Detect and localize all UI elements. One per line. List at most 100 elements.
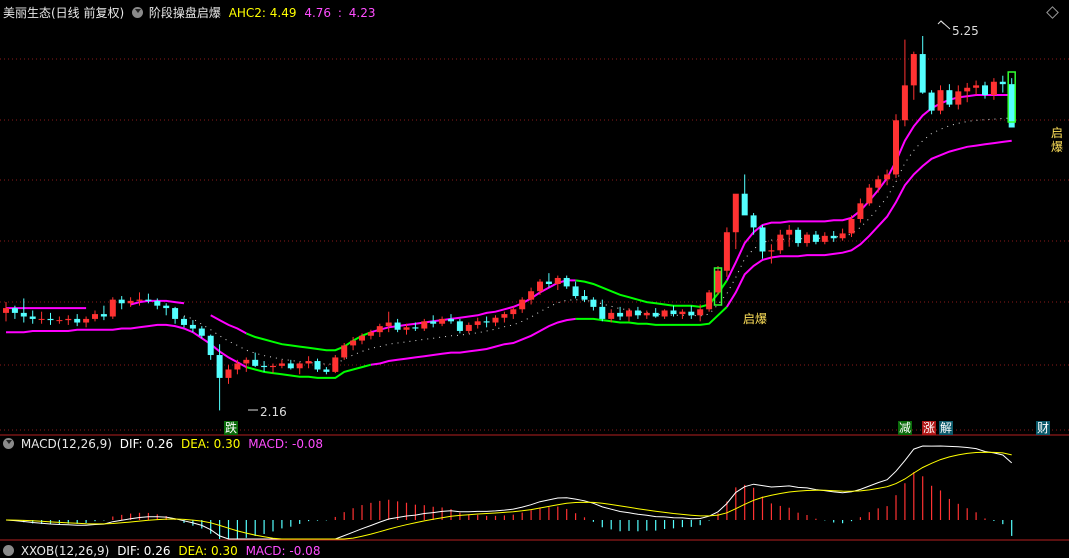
candle-body [901,85,908,121]
candle-body [652,312,659,317]
signal-jian: 减 [898,421,913,435]
candle-body [973,85,980,88]
candle-body [510,309,517,315]
ahc2-value: AHC2: 4.49 [228,6,297,20]
candle-body [350,340,357,346]
candle-body [866,187,873,204]
candle-body [385,322,392,327]
candle-body [626,310,632,317]
candle-body [732,193,739,233]
macd-settings-icon[interactable] [3,438,14,449]
signal-jie: 解 [939,421,954,435]
candle-body [946,90,953,105]
candle-body [47,318,54,321]
candle-body [590,299,597,307]
candle-body [38,318,45,320]
second-macd: MACD: -0.08 [245,544,321,558]
candlesticks[interactable] [3,36,1016,411]
candle-body [465,324,472,331]
candle-body [795,229,802,244]
candle-body [563,277,570,287]
candle-body [136,299,143,301]
second-title[interactable]: XXOB(12,26,9) [21,544,110,558]
candle-body [528,291,535,300]
candle-body [56,320,63,322]
candle-body [198,328,205,336]
candle-body [999,81,1006,85]
main-header: 美丽生态(日线 前复权) 阶段操盘启爆 AHC2: 4.49 4.76 : 4.… [3,6,375,20]
stock-title[interactable]: 美丽生态(日线 前复权) [3,6,124,20]
candle-body [474,321,481,325]
dif-line [5,445,1013,540]
price-marks [248,20,951,411]
candle-body [127,300,134,304]
candle-body [278,363,285,366]
candle-body [376,326,383,333]
second-indicator-header: XXOB(12,26,9) DIF: 0.26 DEA: 0.30 MACD: … [3,544,320,558]
signal-zhang: 涨 [922,421,937,435]
candle-body [519,299,526,310]
candle-body [848,218,855,234]
candle-body [777,234,784,251]
candle-body [554,277,561,284]
candle-body [723,232,730,271]
candle-body [581,296,588,300]
candle-body [875,179,882,188]
candle-body [964,87,971,92]
candle-body [537,281,543,292]
candle-body [456,321,463,331]
candle-body [287,363,294,369]
high-price-arrow [940,20,951,30]
candle-body [109,299,116,317]
candle-body [812,234,819,242]
settings-icon[interactable] [132,7,144,18]
candle-body [323,369,330,372]
candle-body [982,85,988,95]
candle-body [768,250,775,252]
candle-body [296,363,303,369]
candle-body [955,91,962,105]
candle-body [74,318,81,323]
lower-band [575,306,728,326]
candle-body [367,332,374,336]
candle-body [243,359,250,364]
candle-body [706,292,713,310]
candle-body [501,314,508,318]
signal-qibao-1: 启爆 [743,312,768,326]
candle-body [893,120,899,175]
signal-cai: 财 [1036,421,1051,435]
candle-body [29,316,36,319]
candle-body [225,369,232,378]
candle-body [145,299,152,301]
second-settings-icon[interactable] [3,545,14,556]
candle-body [234,363,241,370]
candle-body [20,312,27,317]
indicator-name[interactable]: 阶段操盘启爆 [149,6,221,20]
candle-body [759,227,766,252]
candle-body [599,306,606,319]
candle-body [679,311,686,315]
candle-body [439,318,446,324]
candle-body [937,90,944,111]
candle-body [83,318,90,323]
grid-lines [0,58,1069,541]
candle-body [608,312,615,319]
lower-value: 4.23 [348,6,376,20]
candle-body [545,281,552,284]
candle-body [394,322,401,330]
signal-qibao-2: 启爆 [1051,126,1064,154]
candle-body [786,229,793,235]
candle-body [252,359,259,366]
candle-body [314,361,321,370]
candle-body [92,314,98,319]
candle-body [572,286,579,297]
candle-body [181,318,187,325]
candle-body [715,270,721,293]
candle-body [65,318,72,321]
candle-body [990,81,997,95]
candle-body [750,215,757,228]
candle-body [661,310,668,317]
stock-chart[interactable] [0,0,1069,550]
candle-body [412,327,419,329]
macd-title[interactable]: MACD(12,26,9) [21,437,112,451]
